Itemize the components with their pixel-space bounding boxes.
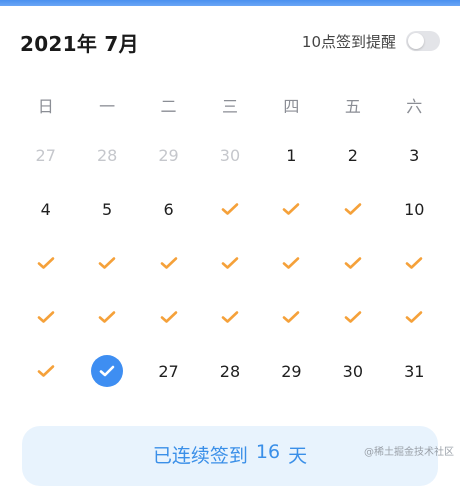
checkmark-icon — [37, 257, 55, 269]
checkmark-icon — [99, 365, 115, 377]
day-cell-signed[interactable] — [261, 290, 322, 344]
streak-prefix: 已连续签到 — [152, 445, 248, 467]
day-cell[interactable]: 29 — [261, 344, 322, 398]
day-cell-signed[interactable] — [199, 182, 260, 236]
day-cell-today[interactable] — [76, 344, 137, 398]
checkmark-icon — [37, 365, 55, 377]
day-number: 4 — [40, 199, 51, 219]
day-number: 28 — [219, 361, 241, 381]
day-cell-signed[interactable] — [384, 236, 445, 290]
day-cell-signed[interactable] — [15, 290, 76, 344]
day-cell[interactable]: 30 — [322, 344, 383, 398]
reminder-setting: 10点签到提醒 — [302, 30, 440, 52]
day-cell-signed[interactable] — [15, 344, 76, 398]
weekday-label: 二 — [160, 97, 177, 116]
checkmark-icon — [405, 257, 423, 269]
day-number: 6 — [163, 199, 174, 219]
checkmark-icon — [283, 311, 300, 323]
day-number: 29 — [158, 145, 179, 165]
day-number: 30 — [342, 361, 363, 381]
day-cell[interactable]: 28 — [199, 344, 260, 398]
checkmark-icon — [98, 311, 116, 323]
toggle-knob — [408, 33, 424, 49]
weekday-label: 六 — [406, 97, 423, 116]
day-cell[interactable]: 4 — [15, 182, 76, 236]
weekday-label: 四 — [283, 97, 300, 116]
checkmark-icon — [344, 257, 362, 269]
checkmark-icon — [283, 257, 300, 269]
checkmark-icon — [221, 257, 239, 269]
day-cell[interactable]: 31 — [384, 344, 445, 398]
day-number: 31 — [404, 361, 425, 381]
day-cell[interactable]: 2 — [322, 128, 383, 182]
weekday-label: 五 — [344, 97, 361, 116]
checkmark-icon — [37, 311, 55, 323]
day-cell-other-month[interactable]: 27 — [15, 128, 76, 182]
weekday-label: 三 — [221, 97, 238, 116]
day-number: 27 — [35, 145, 56, 165]
day-cell-other-month[interactable]: 29 — [138, 128, 199, 182]
day-number: 5 — [102, 199, 113, 219]
day-cell-signed[interactable] — [322, 290, 383, 344]
reminder-toggle[interactable] — [406, 31, 440, 51]
day-cell-signed[interactable] — [76, 236, 137, 290]
calendar-grid: 日 一 二 三 四 五 六 27 28 29 30 1 2 3 4 5 6 10 27 28 29 30 31 — [15, 82, 445, 398]
day-cell[interactable]: 1 — [261, 128, 322, 182]
watermark: @稀土掘金技术社区 — [364, 447, 454, 458]
streak-suffix: 天 — [288, 445, 308, 467]
day-number: 28 — [96, 145, 118, 165]
today-checked-badge — [91, 355, 124, 387]
checkmark-icon — [160, 257, 177, 269]
day-cell-signed[interactable] — [138, 236, 199, 290]
day-cell-signed[interactable] — [76, 290, 137, 344]
checkmark-icon — [283, 203, 300, 215]
weekday-label: 日 — [37, 97, 54, 116]
weekday-label: 一 — [99, 97, 116, 116]
checkmark-icon — [221, 311, 239, 323]
day-cell-signed[interactable] — [199, 236, 260, 290]
day-number: 1 — [286, 145, 297, 165]
day-cell[interactable]: 6 — [138, 182, 199, 236]
day-number: 3 — [409, 145, 420, 165]
month-title: 2021年 7月 — [20, 32, 139, 56]
day-cell-signed[interactable] — [199, 290, 260, 344]
day-cell-signed[interactable] — [322, 182, 383, 236]
day-cell-signed[interactable] — [384, 290, 445, 344]
checkmark-icon — [160, 311, 177, 323]
calendar-header: 2021年 7月 10点签到提醒 — [0, 6, 460, 66]
day-cell-signed[interactable] — [261, 236, 322, 290]
checkmark-icon — [344, 203, 362, 215]
day-cell-signed[interactable] — [15, 236, 76, 290]
checkmark-icon — [98, 257, 116, 269]
day-number: 2 — [347, 145, 358, 165]
day-cell-signed[interactable] — [322, 236, 383, 290]
day-number: 27 — [158, 361, 179, 381]
day-cell-signed[interactable] — [138, 290, 199, 344]
day-number: 29 — [281, 361, 302, 381]
day-cell-other-month[interactable]: 28 — [76, 128, 137, 182]
day-number: 30 — [219, 145, 241, 165]
checkmark-icon — [405, 311, 423, 323]
day-cell[interactable]: 5 — [76, 182, 137, 236]
checkmark-icon — [344, 311, 362, 323]
day-cell[interactable]: 3 — [384, 128, 445, 182]
day-cell[interactable]: 10 — [384, 182, 445, 236]
reminder-label: 10点签到提醒 — [301, 32, 396, 51]
day-cell-other-month[interactable]: 30 — [199, 128, 260, 182]
day-cell-signed[interactable] — [261, 182, 322, 236]
day-number: 10 — [404, 199, 425, 219]
day-cell[interactable]: 27 — [138, 344, 199, 398]
checkmark-icon — [221, 203, 239, 215]
